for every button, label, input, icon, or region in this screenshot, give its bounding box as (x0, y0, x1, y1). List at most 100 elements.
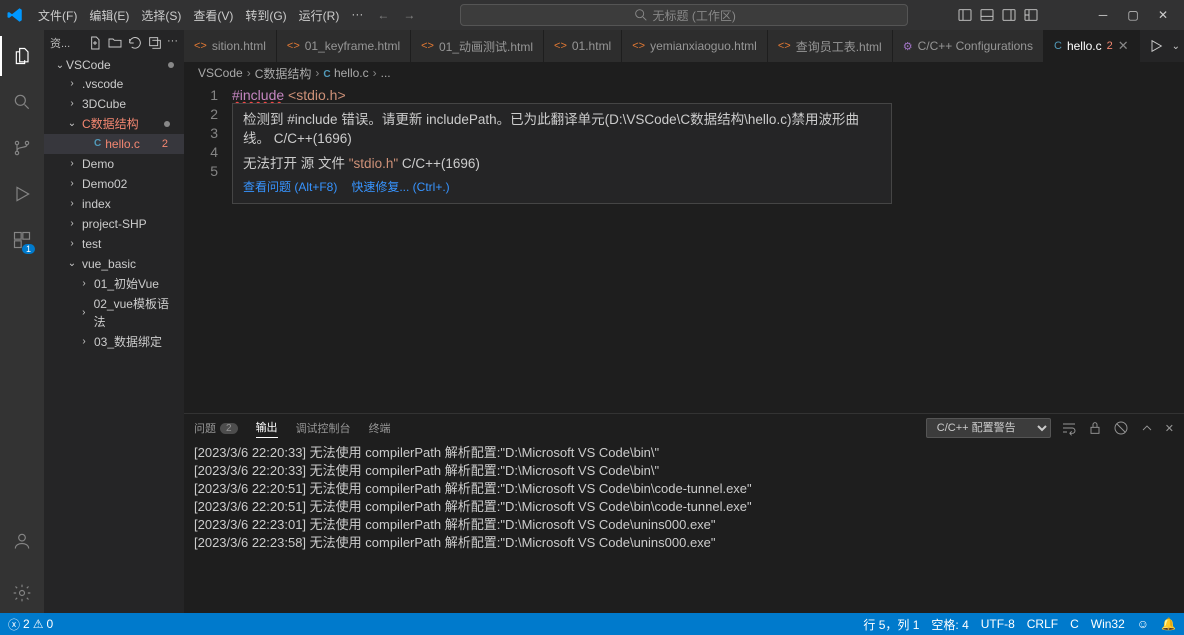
word-wrap-icon[interactable] (1061, 420, 1077, 436)
more-icon[interactable]: ··· (167, 35, 178, 51)
menu-bar: 文件(F)编辑(E)选择(S)查看(V)转到(G)运行(R)··· (32, 3, 369, 28)
status-cursor-position[interactable]: 行 5，列 1 (863, 616, 919, 633)
status-errors[interactable]: ⓧ2 ⚠0 (8, 616, 53, 633)
window-maximize-button[interactable]: ▢ (1118, 1, 1148, 29)
command-center-search[interactable]: 无标题 (工作区) (460, 4, 908, 26)
collapse-all-icon[interactable] (147, 35, 163, 51)
tree-item[interactable]: ›Demo (44, 154, 184, 174)
editor-tab[interactable]: <>01_动画测试.html (411, 30, 544, 62)
editor-body[interactable]: 12345 #include <stdio.h> 检测到 #include 错误… (184, 84, 1184, 413)
window-minimize-button[interactable]: ─ (1088, 1, 1118, 29)
explorer-header: 资... ··· (44, 30, 184, 56)
editor-tab[interactable]: <>01.html (544, 30, 622, 62)
status-bell-icon[interactable]: 🔔 (1161, 616, 1176, 633)
editor-tab[interactable]: <>查询员工表.html (768, 30, 893, 62)
explorer-sidebar: 资... ··· ⌄VSCode ›.vscode›3DCube⌄C数据结构Ch… (44, 30, 184, 613)
activity-source-control[interactable] (0, 128, 44, 168)
panel-tab-output[interactable]: 输出 (256, 419, 278, 438)
activity-settings[interactable] (0, 573, 44, 613)
search-placeholder: 无标题 (工作区) (653, 7, 736, 24)
files-icon (13, 46, 33, 66)
menu-文件(F)[interactable]: 文件(F) (32, 3, 83, 28)
menu-选择(S)[interactable]: 选择(S) (135, 3, 187, 28)
output-body[interactable]: [2023/3/6 22:20:33] 无法使用 compilerPath 解析… (184, 442, 1184, 613)
new-folder-icon[interactable] (107, 35, 123, 51)
layout-sidebar-left-icon[interactable] (957, 7, 973, 23)
panel-tabs: 问题2 输出 调试控制台 终端 C/C++ 配置警告 ✕ (184, 414, 1184, 442)
nav-forward-icon[interactable]: → (397, 8, 421, 22)
tree-item[interactable]: ›index (44, 194, 184, 214)
editor-tab[interactable]: <>yemianxiaoguo.html (622, 30, 768, 62)
menu-查看(V)[interactable]: 查看(V) (187, 3, 239, 28)
window-close-button[interactable]: ✕ (1148, 1, 1178, 29)
search-icon (633, 7, 649, 23)
tree-item[interactable]: ›3DCube (44, 94, 184, 114)
run-icon[interactable] (1148, 38, 1164, 54)
activity-search[interactable] (0, 82, 44, 122)
status-feedback-icon[interactable]: ☺ (1137, 616, 1149, 633)
menu-运行(R)[interactable]: 运行(R) (293, 3, 346, 28)
status-spaces[interactable]: 空格: 4 (931, 616, 968, 633)
nav-back-icon[interactable]: ← (371, 8, 395, 22)
tree-item[interactable]: ⌄vue_basic (44, 254, 184, 274)
tree-item[interactable]: Chello.c2 (44, 134, 184, 154)
chevron-up-icon[interactable] (1139, 420, 1155, 436)
code-token: <stdio.h> (288, 87, 346, 103)
editor-tab[interactable]: Chello.c2✕ (1044, 30, 1140, 62)
tree-item[interactable]: ›Demo02 (44, 174, 184, 194)
activity-bar: 1 (0, 30, 44, 613)
breadcrumb[interactable]: VSCode›C数据结构›C hello.c›... (184, 62, 1184, 84)
activity-run-debug[interactable] (0, 174, 44, 214)
menu-编辑(E)[interactable]: 编辑(E) (83, 3, 135, 28)
new-file-icon[interactable] (87, 35, 103, 51)
status-eol[interactable]: CRLF (1027, 616, 1058, 633)
activity-account[interactable] (0, 521, 44, 561)
title-bar: 文件(F)编辑(E)选择(S)查看(V)转到(G)运行(R)··· ← → 无标… (0, 0, 1184, 30)
editor-tab[interactable]: ⚙C/C++ Configurations (893, 30, 1044, 62)
modified-dot-icon (168, 62, 174, 68)
workspace-root[interactable]: ⌄VSCode (44, 56, 184, 74)
panel-tab-problems[interactable]: 问题2 (194, 420, 238, 436)
error-hover-tooltip: 检测到 #include 错误。请更新 includePath。已为此翻译单元(… (232, 103, 892, 204)
refresh-icon[interactable] (127, 35, 143, 51)
account-icon (12, 531, 32, 551)
panel-tab-debug-console[interactable]: 调试控制台 (296, 420, 351, 436)
line-gutter: 12345 (184, 84, 228, 413)
close-tab-icon[interactable]: ✕ (1118, 38, 1129, 54)
explorer-title: 资... (50, 35, 70, 51)
code-token: #include (232, 87, 284, 103)
status-encoding[interactable]: UTF-8 (981, 616, 1015, 633)
tree-item[interactable]: ›01_初始Vue (44, 274, 184, 294)
play-bug-icon (12, 184, 32, 204)
panel-tab-terminal[interactable]: 终端 (369, 420, 391, 436)
quick-fix-link[interactable]: 快速修复... (Ctrl+.) (351, 180, 449, 194)
menu-转到(G)[interactable]: 转到(G) (239, 3, 292, 28)
layout-controls (957, 7, 1039, 23)
layout-sidebar-right-icon[interactable] (1001, 7, 1017, 23)
editor-tabs: <>sition.html<>01_keyframe.html<>01_动画测试… (184, 30, 1184, 62)
view-problem-link[interactable]: 查看问题 (Alt+F8) (243, 180, 337, 194)
menu-···[interactable]: ··· (345, 3, 369, 28)
activity-explorer[interactable] (0, 36, 44, 76)
code-content[interactable]: #include <stdio.h> 检测到 #include 错误。请更新 i… (228, 84, 1184, 413)
tree-item[interactable]: ›test (44, 234, 184, 254)
output-channel-select[interactable]: C/C++ 配置警告 (926, 418, 1051, 438)
status-bar: ⓧ2 ⚠0 行 5，列 1 空格: 4 UTF-8 CRLF C Win32 ☺… (0, 613, 1184, 635)
editor-tab[interactable]: <>01_keyframe.html (277, 30, 411, 62)
layout-custom-icon[interactable] (1023, 7, 1039, 23)
vscode-logo-icon (6, 6, 24, 24)
editor-tab[interactable]: <>sition.html (184, 30, 277, 62)
clear-output-icon[interactable] (1113, 420, 1129, 436)
tree-item[interactable]: ›project-SHP (44, 214, 184, 234)
bottom-panel: 问题2 输出 调试控制台 终端 C/C++ 配置警告 ✕ [2023/3/6 2… (184, 413, 1184, 613)
close-panel-icon[interactable]: ✕ (1165, 422, 1174, 435)
tree-item[interactable]: ›.vscode (44, 74, 184, 94)
status-target[interactable]: Win32 (1091, 616, 1125, 633)
status-language[interactable]: C (1070, 616, 1079, 633)
activity-extensions[interactable]: 1 (0, 220, 44, 260)
lock-scroll-icon[interactable] (1087, 420, 1103, 436)
tree-item[interactable]: ›03_数据绑定 (44, 332, 184, 352)
tree-item[interactable]: ›02_vue模板语法 (44, 294, 184, 332)
layout-panel-icon[interactable] (979, 7, 995, 23)
tree-item[interactable]: ⌄C数据结构 (44, 114, 184, 134)
